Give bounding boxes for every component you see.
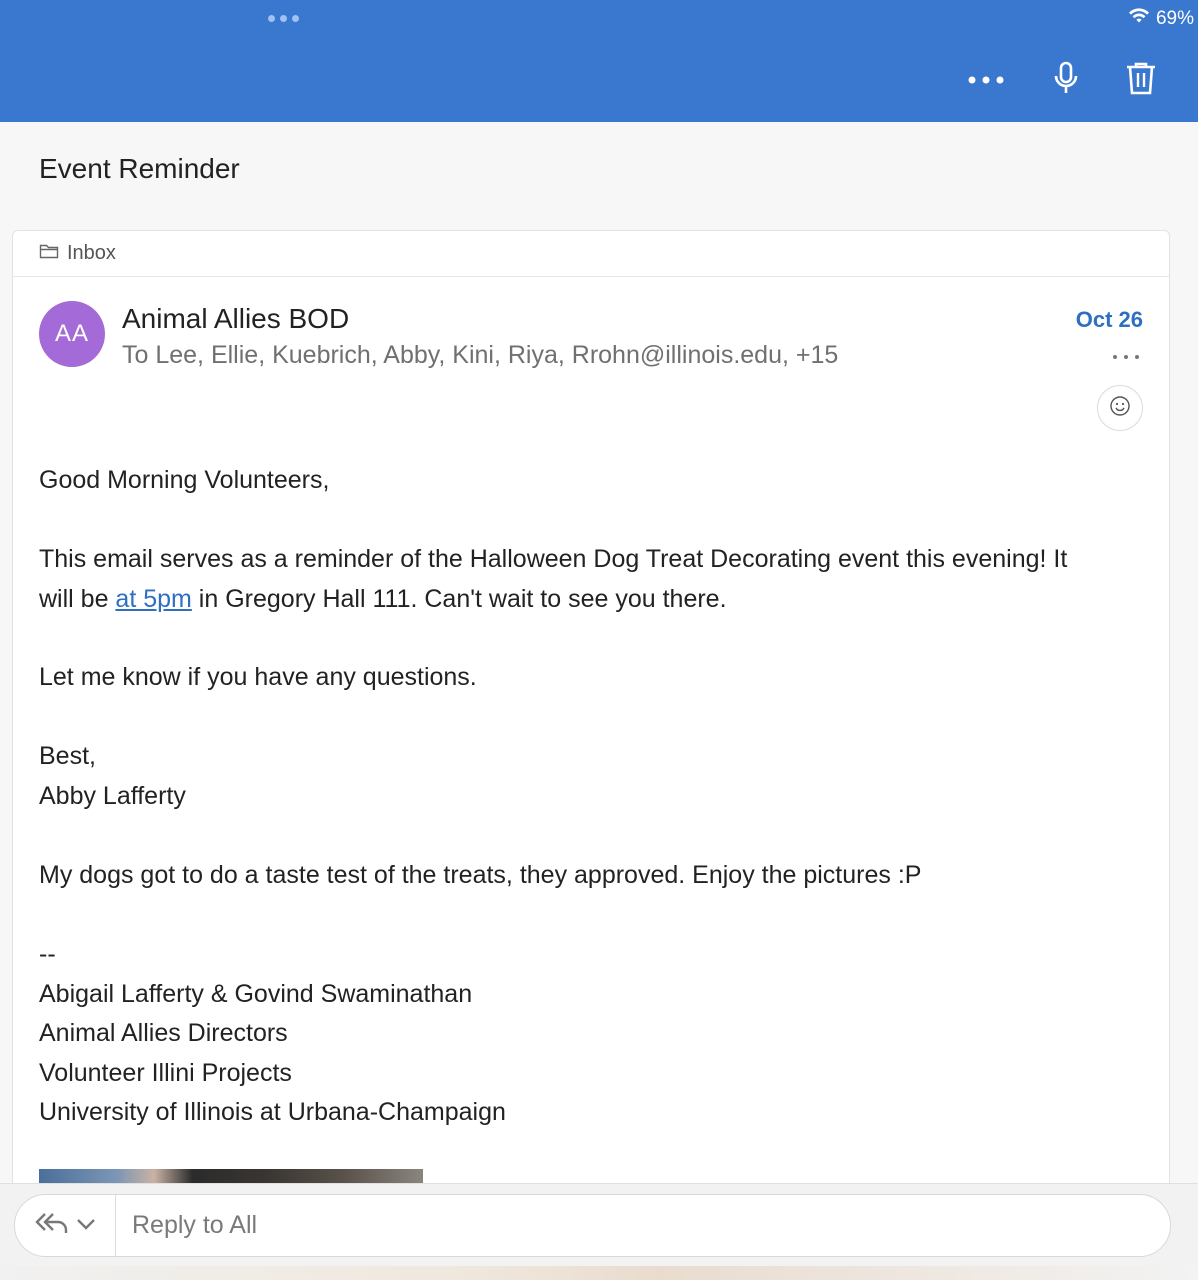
microphone-icon [1054,61,1078,100]
message-more-button[interactable] [1113,347,1139,367]
body-author: Abby Lafferty [39,781,186,810]
body-line: will be at 5pm in Gregory Hall 111. Can'… [39,584,727,613]
time-link[interactable]: at 5pm [115,585,191,613]
signature-line: Animal Allies Directors [39,1019,288,1047]
body-paragraph: This email serves as a reminder of the H… [39,540,1067,619]
message-card: Inbox AA Animal Allies BOD To Lee, Ellie… [12,230,1170,1230]
sender-name[interactable]: Animal Allies BOD [122,303,349,335]
signature-line: University of Illinois at Urbana-Champai… [39,1098,506,1126]
reply-bar: Reply to All [14,1194,1171,1257]
body-paragraph: Let me know if you have any questions. [39,663,477,691]
top-app-bar: 69% [0,0,1198,122]
reply-mode-button[interactable] [15,1195,116,1256]
email-subject: Event Reminder [39,153,240,184]
signature-line: Volunteer Illini Projects [39,1058,292,1087]
trash-icon [1125,61,1157,100]
dictation-button[interactable] [1046,58,1086,102]
attached-photo[interactable] [39,1169,423,1183]
multitasking-handle[interactable] [268,15,299,22]
folder-label: Inbox [67,242,116,264]
add-reaction-button[interactable] [1097,385,1143,431]
body-greeting: Good Morning Volunteers, [39,466,330,494]
body-line: This email serves as a reminder of the H… [39,545,1068,573]
folder-indicator[interactable]: Inbox [13,231,1169,277]
status-bar: 69% [1128,8,1194,30]
signature-line: Abigail Lafferty & Govind Swaminathan [39,979,473,1008]
signature-block: -- Abigail Lafferty & Govind Swaminathan… [39,935,506,1133]
smiley-icon [1109,395,1131,422]
battery-percentage: 69% [1155,8,1194,29]
avatar[interactable]: AA [39,301,105,367]
signature-separator: -- [39,940,56,968]
reply-area: Reply to All [0,1183,1198,1280]
delete-button[interactable] [1118,58,1164,102]
chevron-down-icon [76,1217,96,1235]
body-paragraph: My dogs got to do a taste test of the tr… [39,861,922,889]
more-options-button[interactable] [962,58,1010,102]
recipients-line[interactable]: To Lee, Ellie, Kuebrich, Abby, Kini, Riy… [122,341,838,370]
body-closing: Best, Abby Lafferty [39,737,186,816]
more-horizontal-icon [968,71,1004,89]
reply-all-icon [34,1210,70,1241]
bottom-strip [0,1266,1198,1280]
message-date: Oct 26 [1075,307,1143,332]
folder-icon [39,242,59,265]
wifi-icon [1128,8,1150,30]
reply-input[interactable]: Reply to All [116,1211,1170,1240]
